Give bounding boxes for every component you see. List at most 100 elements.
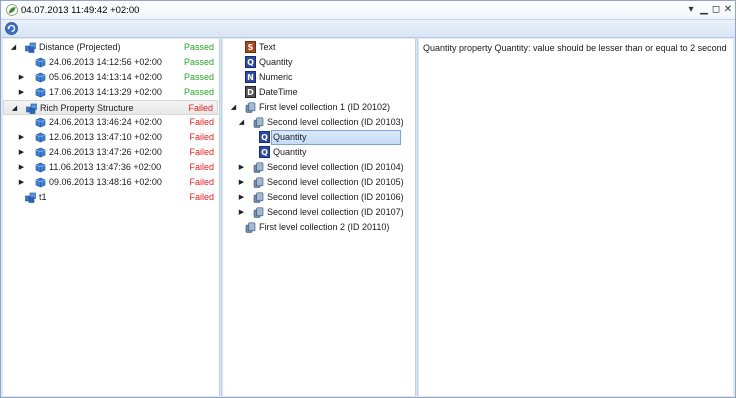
tree-row[interactable]: ◢ Distance (Projected) Passed xyxy=(3,40,218,55)
collection-icon xyxy=(245,222,256,233)
collapsed-caret-icon[interactable]: ▶ xyxy=(17,130,26,145)
cube-icon xyxy=(35,162,46,173)
status-badge: Failed xyxy=(189,177,214,187)
collapsed-caret-icon[interactable]: ▶ xyxy=(17,175,26,190)
status-badge: Passed xyxy=(183,72,214,82)
tree-row-label: t1 xyxy=(39,192,47,202)
property-node[interactable]: Q Quantity xyxy=(223,130,416,145)
tree-row-label: 09.06.2013 13:48:16 +02:00 xyxy=(49,177,162,187)
minimize-icon[interactable]: ▁ xyxy=(698,3,710,17)
status-badge: Failed xyxy=(189,147,214,157)
cube-icon xyxy=(35,147,46,158)
tree-node-label: Second level collection (ID 20104) xyxy=(267,162,404,172)
restore-icon[interactable]: ◻ xyxy=(710,3,722,17)
expanded-caret-icon[interactable]: ◢ xyxy=(9,40,18,55)
collection-icon xyxy=(245,102,256,113)
property-node[interactable]: Q Quantity xyxy=(223,55,416,70)
tree-row[interactable]: 24.06.2013 13:46:24 +02:00 Failed xyxy=(3,115,218,130)
collapsed-caret-icon[interactable]: ▶ xyxy=(17,145,26,160)
tree-node-label: Second level collection (ID 20105) xyxy=(267,177,404,187)
tree-row[interactable]: ▶ 24.06.2013 13:47:26 +02:00 Failed xyxy=(3,145,218,160)
collapsed-caret-icon[interactable]: ▶ xyxy=(237,205,246,220)
collection-node[interactable]: First level collection 2 (ID 20110) xyxy=(223,220,416,235)
status-badge: Failed xyxy=(189,192,214,202)
status-badge: Passed xyxy=(183,57,214,67)
collapsed-caret-icon[interactable]: ▶ xyxy=(237,175,246,190)
tree-row[interactable]: ▶ 05.06.2013 14:13:14 +02:00 Passed xyxy=(3,70,218,85)
splitter-left[interactable] xyxy=(219,39,222,396)
collapsed-caret-icon[interactable]: ▶ xyxy=(237,190,246,205)
collection-node[interactable]: ▶ Second level collection (ID 20105) xyxy=(223,175,416,190)
window-title: 04.07.2013 11:49:42 +02:00 xyxy=(21,5,140,16)
tree-row[interactable]: 24.06.2013 14:12:56 +02:00 Passed xyxy=(3,55,218,70)
cube-icon xyxy=(35,117,46,128)
property-structure-tree[interactable]: S Text Q Quantity N Numeric D DateTime ◢ First le… xyxy=(223,39,416,396)
close-icon[interactable]: ✕ xyxy=(722,3,734,17)
tree-node-label: First level collection 2 (ID 20110) xyxy=(259,222,390,232)
tree-node-label: Second level collection (ID 20103) xyxy=(267,117,404,127)
collection-icon xyxy=(253,117,264,128)
tree-row-label: 17.06.2013 14:13:29 +02:00 xyxy=(49,87,162,97)
cube-icon xyxy=(35,177,46,188)
toolbar xyxy=(1,20,735,38)
property-node[interactable]: D DateTime xyxy=(223,85,416,100)
tree-node-label: Quantity xyxy=(273,147,307,157)
collection-icon xyxy=(253,162,264,173)
refresh-icon[interactable] xyxy=(5,22,18,35)
collection-node[interactable]: ◢ Second level collection (ID 20103) xyxy=(223,115,416,130)
tree-row-label: 11.06.2013 13:47:36 +02:00 xyxy=(49,162,162,172)
string-type-icon: S xyxy=(245,41,256,53)
cube-icon xyxy=(35,57,46,68)
property-node[interactable]: N Numeric xyxy=(223,70,416,85)
collapsed-caret-icon[interactable]: ▶ xyxy=(17,70,26,85)
tree-node-label: First level collection 1 (ID 20102) xyxy=(259,102,391,112)
cube-icon xyxy=(35,132,46,143)
dropdown-icon[interactable]: ▾ xyxy=(685,3,697,17)
main-window: 04.07.2013 11:49:42 +02:00 ▾ ▁ ◻ ✕ ◢ Dist… xyxy=(0,0,736,398)
expanded-caret-icon[interactable]: ◢ xyxy=(10,101,19,116)
tree-row[interactable]: ▶ 11.06.2013 13:47:36 +02:00 Failed xyxy=(3,160,218,175)
status-badge: Failed xyxy=(189,162,214,172)
expanded-caret-icon[interactable]: ◢ xyxy=(229,100,238,115)
collection-node[interactable]: ▶ Second level collection (ID 20107) xyxy=(223,205,416,220)
title-bar[interactable]: 04.07.2013 11:49:42 +02:00 ▾ ▁ ◻ ✕ xyxy=(1,1,735,20)
cube-group-icon xyxy=(25,192,36,203)
cube-group-icon xyxy=(26,103,37,114)
tree-node-label: DateTime xyxy=(259,87,298,97)
tree-row-label: 24.06.2013 13:47:26 +02:00 xyxy=(49,147,162,157)
tree-node-label: Quantity xyxy=(259,57,293,67)
tree-node-label: Numeric xyxy=(259,72,293,82)
tree-row[interactable]: ▶ 12.06.2013 13:47:10 +02:00 Failed xyxy=(3,130,218,145)
tree-row[interactable]: ▶ 17.06.2013 14:13:29 +02:00 Passed xyxy=(3,85,218,100)
tree-node-label: Text xyxy=(259,42,276,52)
cube-icon xyxy=(35,72,46,83)
tree-row[interactable]: ◢ Rich Property Structure Failed xyxy=(3,100,218,115)
tree-row-label: 24.06.2013 13:46:24 +02:00 xyxy=(49,117,162,127)
collection-node[interactable]: ◢ First level collection 1 (ID 20102) xyxy=(223,100,416,115)
collapsed-caret-icon[interactable]: ▶ xyxy=(237,160,246,175)
tree-row[interactable]: ▶ 09.06.2013 13:48:16 +02:00 Failed xyxy=(3,175,218,190)
app-leaf-icon xyxy=(6,4,18,16)
collection-node[interactable]: ▶ Second level collection (ID 20106) xyxy=(223,190,416,205)
numeric-type-icon: N xyxy=(245,71,256,83)
cube-icon xyxy=(35,87,46,98)
quantity-type-icon: Q xyxy=(259,131,270,143)
validation-message: Quantity property Quantity: value should… xyxy=(423,43,727,53)
splitter-right[interactable] xyxy=(415,39,418,396)
collection-icon xyxy=(253,177,264,188)
collection-node[interactable]: ▶ Second level collection (ID 20104) xyxy=(223,160,416,175)
tree-row-label: 12.06.2013 13:47:10 +02:00 xyxy=(49,132,162,142)
quantity-type-icon: Q xyxy=(259,146,270,158)
status-badge: Passed xyxy=(183,87,214,97)
test-results-tree[interactable]: ◢ Distance (Projected) Passed 24.06.2013 14… xyxy=(3,39,220,396)
property-node[interactable]: S Text xyxy=(223,40,416,55)
property-node[interactable]: Q Quantity xyxy=(223,145,416,160)
tree-node-label: Second level collection (ID 20107) xyxy=(267,207,404,217)
status-badge: Failed xyxy=(188,103,213,113)
datetime-type-icon: D xyxy=(245,86,256,98)
expanded-caret-icon[interactable]: ◢ xyxy=(237,115,246,130)
collapsed-caret-icon[interactable]: ▶ xyxy=(17,160,26,175)
tree-row[interactable]: t1 Failed xyxy=(3,190,218,205)
collection-icon xyxy=(253,207,264,218)
collapsed-caret-icon[interactable]: ▶ xyxy=(17,85,26,100)
